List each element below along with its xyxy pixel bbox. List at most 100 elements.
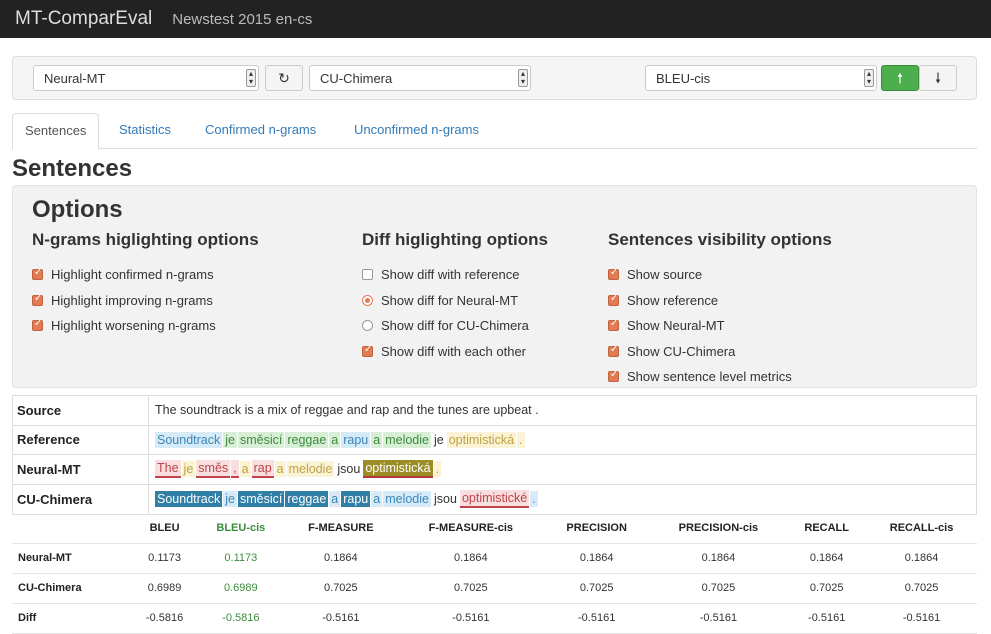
opt-show-source[interactable]: Show source [608, 262, 832, 288]
checkbox[interactable] [608, 318, 619, 332]
token: . [433, 461, 442, 478]
metrics-table: BLEU BLEU-cis F-MEASURE F-MEASURE-cis PRECIS… [12, 513, 977, 634]
checkbox[interactable] [32, 267, 43, 281]
metric-value: 0.1173 [131, 543, 198, 574]
checkbox[interactable] [362, 344, 373, 357]
opt-diff-neural[interactable]: Show diff for Neural-MT [362, 288, 548, 314]
opt-show-chimera[interactable]: Show CU-Chimera [608, 339, 832, 365]
metric-value: -0.5161 [649, 603, 788, 634]
checkbox[interactable] [362, 269, 373, 281]
tab-confirmed-ngrams[interactable]: Confirmed n-grams [193, 113, 328, 149]
token: je [181, 461, 196, 478]
metric-value: -0.5161 [397, 603, 544, 634]
checkbox[interactable] [608, 293, 619, 306]
radio[interactable] [362, 320, 373, 332]
ngrams-heading: N-grams higlighting options [32, 230, 259, 249]
opt-diff-each[interactable]: Show diff with each other [362, 339, 548, 365]
metric-header[interactable] [12, 513, 132, 544]
radio[interactable] [362, 294, 373, 306]
metric-value: 0.1864 [397, 543, 544, 574]
metric-select[interactable]: BLEU-cis ▴ ▾ [645, 65, 877, 91]
opt-show-metrics[interactable]: Show sentence level metrics [608, 364, 832, 390]
token: melodie [286, 461, 335, 478]
refresh-button[interactable]: ↻ [265, 65, 303, 91]
ngrams-options: N-grams higlighting options Highlight co… [32, 230, 259, 339]
metric-value: 0.1864 [649, 543, 788, 574]
token: a [371, 431, 383, 448]
neural-text: The je směs, a rap a melodie jsou optimistická. [149, 455, 442, 484]
brand[interactable]: MT-ComparEval [15, 8, 152, 30]
sort-descending-button[interactable]: 🠗 [919, 65, 957, 91]
opt-improving[interactable]: Highlight improving n-grams [32, 288, 259, 314]
sort-ascending-button[interactable]: 🠕 [881, 65, 919, 91]
opt-label: Highlight worsening n-grams [51, 318, 216, 334]
metric-value: 0.1864 [787, 543, 867, 574]
diff-options: Diff higlighting options Show diff with … [362, 230, 548, 364]
opt-label: Show sentence level metrics [627, 369, 792, 385]
sentence-row-neural: Neural-MT The je směs, a rap a melodie jsou opti… [13, 455, 976, 485]
refresh-icon: ↻ [278, 70, 290, 86]
token: . [530, 491, 538, 508]
token: směsicí [237, 431, 285, 448]
system2-select[interactable]: CU-Chimera ▴ ▾ [309, 65, 531, 91]
sentence-row-chimera: CU-Chimera Soundtrack je směsicí reggae a rap… [13, 484, 976, 514]
token: . [517, 431, 525, 448]
opt-show-reference[interactable]: Show reference [608, 288, 832, 314]
reference-text: Soundtrack je směsicí reggae a rapu a melodie je… [149, 426, 526, 455]
token: a [329, 491, 341, 508]
opt-confirmed[interactable]: Highlight confirmed n-grams [32, 262, 259, 288]
row-label: CU-Chimera [13, 484, 149, 514]
tab-bar: Sentences Statistics Confirmed n-grams U… [12, 113, 977, 150]
token: optimistické [459, 490, 530, 509]
opt-label: Show source [627, 267, 703, 283]
opt-label: Show diff for CU-Chimera [381, 318, 529, 334]
metric-header[interactable]: RECALL [787, 513, 867, 544]
metric-value: -0.5161 [543, 603, 650, 634]
row-label: Reference [13, 425, 149, 454]
checkbox[interactable] [32, 318, 43, 332]
token: a [239, 461, 251, 478]
source-text: The soundtrack is a mix of reggae and ra… [155, 403, 539, 418]
checkbox[interactable] [608, 369, 619, 383]
metric-header[interactable]: F-MEASURE-cis [397, 513, 544, 544]
chevron-updown-icon: ▴ ▾ [864, 69, 874, 87]
token: je [223, 431, 237, 448]
token: rap [251, 460, 274, 479]
metric-row: Neural-MT 0.1173 0.1173 0.1864 0.1864 0.1864 0… [12, 543, 977, 574]
token: optimistická [446, 431, 517, 448]
metric-header[interactable]: RECALL-cis [866, 513, 977, 544]
sentence-row-source: Source The soundtrack is a mix of reggae… [13, 396, 976, 426]
token: Soundtrack [155, 491, 223, 508]
metric-header[interactable]: BLEU-cis [197, 513, 284, 544]
metric-value: 0.7025 [649, 573, 788, 604]
checkbox[interactable] [608, 267, 619, 281]
token: je [434, 432, 444, 447]
opt-label: Show CU-Chimera [627, 343, 736, 359]
metric-header[interactable]: PRECISION-cis [649, 513, 788, 544]
token: reggae [285, 431, 329, 448]
token: a [329, 431, 341, 448]
metric-header[interactable]: F-MEASURE [283, 513, 398, 544]
system-selector-bar: Neural-MT ▴ ▾ ↻ CU-Chimera ▴ ▾ BLEU-cis ▴ ▾… [12, 56, 977, 100]
opt-diff-reference[interactable]: Show diff with reference [362, 262, 548, 288]
token: Soundtrack [155, 431, 223, 448]
opt-label: Show diff for Neural-MT [381, 292, 519, 308]
metric-header[interactable]: PRECISION [543, 513, 650, 544]
tab-statistics[interactable]: Statistics [107, 113, 183, 149]
opt-worsening[interactable]: Highlight worsening n-grams [32, 313, 259, 339]
token: reggae [285, 491, 329, 508]
sentence-table: Source The soundtrack is a mix of reggae… [12, 395, 977, 515]
metric-header[interactable]: BLEU [131, 513, 198, 544]
tab-unconfirmed-ngrams[interactable]: Unconfirmed n-grams [342, 113, 491, 149]
system1-select[interactable]: Neural-MT ▴ ▾ [33, 65, 259, 91]
checkbox[interactable] [32, 293, 43, 306]
tab-sentences[interactable]: Sentences [12, 113, 100, 150]
arrow-down-icon: 🠗 [934, 70, 941, 86]
opt-diff-chimera[interactable]: Show diff for CU-Chimera [362, 313, 548, 339]
checkbox[interactable] [608, 344, 619, 357]
opt-show-neural[interactable]: Show Neural-MT [608, 313, 832, 339]
metric-row-label: Diff [12, 603, 132, 634]
metric-value: 0.1864 [283, 543, 398, 574]
token: melodie [383, 431, 431, 448]
metric-value: 0.7025 [787, 573, 867, 604]
